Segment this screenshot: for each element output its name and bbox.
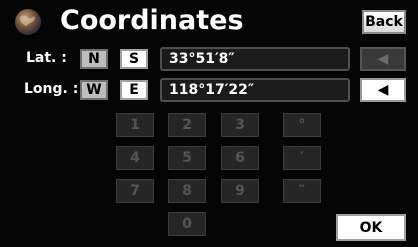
east-button[interactable]: E (120, 80, 148, 100)
longitude-label: Long. : (24, 81, 79, 97)
coordinates-screen: Coordinates Back Lat. : N S 33°51′8″ ◀ L… (0, 0, 418, 247)
south-button[interactable]: S (120, 49, 148, 69)
key-6[interactable]: 6 (221, 146, 259, 170)
latitude-field[interactable]: 33°51′8″ (160, 47, 350, 71)
key-degree[interactable]: ° (283, 113, 321, 137)
key-1[interactable]: 1 (116, 113, 154, 137)
key-5[interactable]: 5 (168, 146, 206, 170)
key-minute[interactable]: ′ (283, 146, 321, 170)
longitude-backspace-button[interactable]: ◀ (360, 78, 406, 102)
ok-button[interactable]: OK (336, 214, 406, 241)
key-4[interactable]: 4 (116, 146, 154, 170)
left-arrow-icon: ◀ (377, 51, 389, 67)
left-arrow-icon: ◀ (377, 82, 389, 98)
key-2[interactable]: 2 (168, 113, 206, 137)
west-button[interactable]: W (80, 80, 108, 100)
latitude-backspace-button[interactable]: ◀ (360, 47, 406, 71)
key-7[interactable]: 7 (116, 179, 154, 203)
key-0[interactable]: 0 (168, 212, 206, 236)
globe-icon (15, 9, 41, 35)
key-8[interactable]: 8 (168, 179, 206, 203)
page-title: Coordinates (60, 5, 244, 36)
back-button[interactable]: Back (362, 10, 406, 34)
key-3[interactable]: 3 (221, 113, 259, 137)
longitude-field[interactable]: 118°17′22″ (160, 78, 350, 102)
key-9[interactable]: 9 (221, 179, 259, 203)
north-button[interactable]: N (80, 49, 108, 69)
key-second[interactable]: ″ (283, 179, 321, 203)
latitude-label: Lat. : (26, 50, 67, 66)
